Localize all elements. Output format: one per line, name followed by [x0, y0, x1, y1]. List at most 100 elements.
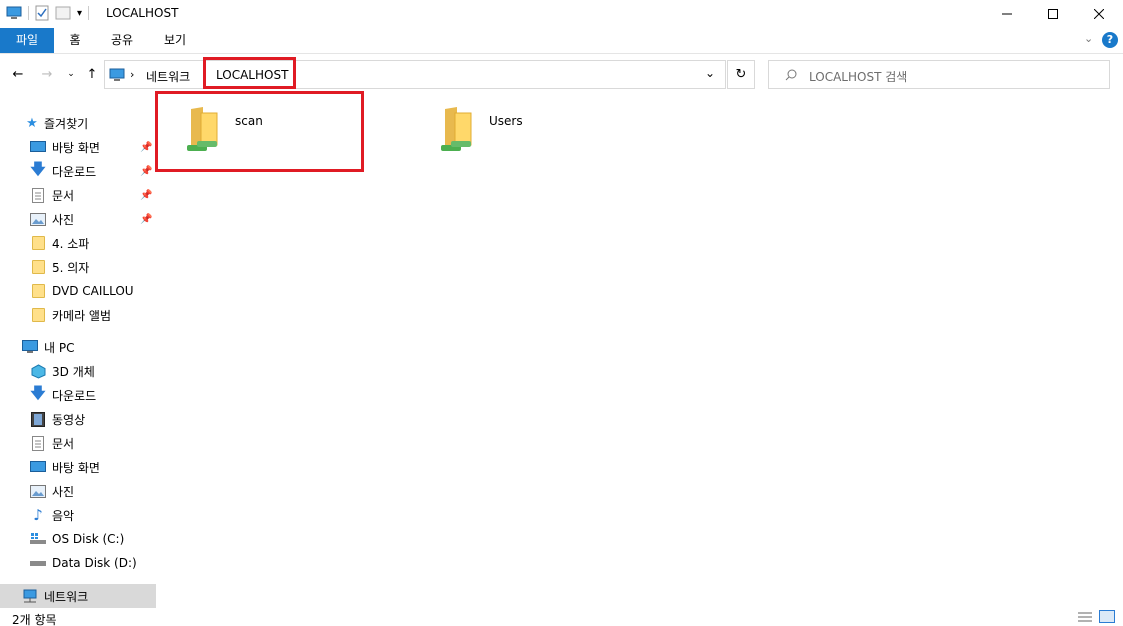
desktop-icon — [30, 139, 46, 155]
large-icons-view-icon[interactable] — [1099, 610, 1115, 623]
sidebar-item-downloads[interactable]: 🡇 다운로드 📌 — [0, 159, 156, 183]
folder-icon — [30, 283, 46, 299]
arrow-right-icon: → — [41, 66, 53, 82]
network-computer-icon — [109, 68, 125, 81]
sidebar-item-desktop[interactable]: 바탕 화면 — [0, 455, 156, 479]
download-icon: 🡇 — [30, 383, 46, 402]
sidebar-item-pictures[interactable]: 사진 📌 — [0, 207, 156, 231]
up-button[interactable]: ↑ — [83, 65, 101, 83]
arrow-up-icon: ↑ — [86, 66, 98, 82]
folder-icon — [30, 307, 46, 323]
sidebar-item-folder[interactable]: DVD CAILLOU — [0, 279, 156, 303]
sidebar-item-label: 사진 — [52, 484, 75, 499]
close-button[interactable] — [1076, 0, 1122, 28]
toolbar-separator — [88, 6, 90, 20]
sidebar-item-label: 4. 소파 — [52, 236, 90, 251]
title-bar: ▾ LOCALHOST — [0, 0, 1123, 28]
sidebar-item-label: 바탕 화면 — [52, 460, 100, 475]
expand-ribbon-icon[interactable]: ⌄ — [1084, 32, 1093, 45]
sidebar-item-label: 다운로드 — [52, 388, 97, 403]
sidebar-item-label: Data Disk (D:) — [52, 556, 137, 570]
sidebar-item-downloads[interactable]: 🡇 다운로드 — [0, 383, 156, 407]
pin-icon: 📌 — [140, 141, 153, 153]
network-folder-icon — [441, 107, 472, 151]
sidebar-item-folder[interactable]: 카메라 앨범 — [0, 303, 156, 327]
item-name: Users — [489, 114, 523, 128]
item-count: 2개 항목 — [12, 613, 57, 626]
tab-home[interactable]: 홈 — [56, 28, 94, 53]
forward-button[interactable]: → — [38, 65, 56, 83]
breadcrumb-network[interactable]: 네트워크 — [146, 68, 190, 85]
sidebar-item-folder[interactable]: 4. 소파 — [0, 231, 156, 255]
address-bar[interactable]: › 네트워크 LOCALHOST ⌄ — [104, 60, 726, 89]
pin-icon: 📌 — [140, 189, 153, 201]
film-icon — [30, 411, 46, 427]
recent-locations-button[interactable]: ⌄ — [62, 65, 80, 83]
details-view-icon[interactable] — [1077, 611, 1093, 623]
pin-icon: 📌 — [140, 213, 153, 225]
sidebar-item-folder[interactable]: 5. 의자 — [0, 255, 156, 279]
music-icon: ♪ — [33, 506, 43, 524]
sidebar-item-documents[interactable]: 문서 — [0, 431, 156, 455]
sidebar-item-os-disk[interactable]: OS Disk (C:) — [0, 527, 156, 551]
tab-share[interactable]: 공유 — [102, 28, 142, 53]
sidebar-item-label: 네트워크 — [44, 589, 89, 604]
sidebar-item-label: 다운로드 — [52, 164, 97, 179]
minimize-icon — [1002, 13, 1012, 15]
sidebar-item-data-disk[interactable]: Data Disk (D:) — [0, 551, 156, 575]
star-icon: ★ — [26, 115, 38, 131]
sidebar-item-label: 문서 — [52, 436, 75, 451]
sidebar-item-label: 사진 — [52, 212, 75, 227]
document-icon — [30, 435, 46, 451]
drive-icon — [30, 531, 46, 547]
refresh-icon: ↻ — [735, 67, 747, 82]
help-icon[interactable]: ? — [1102, 32, 1118, 48]
sidebar-item-label: 5. 의자 — [52, 260, 90, 275]
address-row: ← → ⌄ ↑ › 네트워크 LOCALHOST ⌄ ↻ LOCALHOST 검… — [0, 57, 1123, 93]
file-list: scan Users — [155, 91, 1123, 609]
sidebar-item-desktop[interactable]: 바탕 화면 📌 — [0, 135, 156, 159]
document-icon — [30, 187, 46, 203]
ribbon-tabs: 파일 홈 공유 보기 ⌄ ? — [0, 28, 1123, 54]
sidebar-item-music[interactable]: ♪ 음악 — [0, 503, 156, 527]
folder-icon — [30, 235, 46, 251]
sidebar-item-pictures[interactable]: 사진 — [0, 479, 156, 503]
arrow-left-icon: ← — [12, 66, 24, 82]
desktop-icon — [30, 459, 46, 475]
network-icon — [22, 588, 38, 604]
list-item-users[interactable]: Users — [417, 95, 617, 165]
tab-file[interactable]: 파일 — [0, 28, 54, 53]
pictures-icon — [30, 483, 46, 499]
sidebar-item-label: 카메라 앨범 — [52, 308, 112, 323]
quick-access-toolbar: ▾ — [6, 5, 90, 21]
customize-toolbar-icon[interactable]: ▾ — [77, 8, 82, 19]
sidebar-item-quick-access[interactable]: ★ 즐겨찾기 — [0, 111, 156, 135]
sidebar-item-label: 내 PC — [44, 340, 75, 355]
back-button[interactable]: ← — [9, 65, 27, 83]
refresh-button[interactable]: ↻ — [727, 60, 755, 89]
download-icon: 🡇 — [30, 159, 46, 178]
toolbar-separator — [28, 6, 29, 20]
sidebar-item-label: 바탕 화면 — [52, 140, 100, 155]
chevron-down-icon[interactable]: ⌄ — [705, 66, 715, 80]
maximize-button[interactable] — [1030, 0, 1076, 28]
sidebar-item-this-pc[interactable]: 내 PC — [0, 335, 156, 359]
tab-view[interactable]: 보기 — [155, 28, 195, 53]
properties-icon[interactable] — [35, 5, 49, 21]
chevron-down-icon: ⌄ — [67, 69, 75, 79]
sidebar-item-label: 동영상 — [52, 412, 86, 427]
sidebar-item-network[interactable]: 네트워크 — [0, 584, 156, 608]
sidebar-item-label: 문서 — [52, 188, 75, 203]
sidebar-item-3d-objects[interactable]: 3D 개체 — [0, 359, 156, 383]
new-folder-icon[interactable] — [55, 5, 71, 21]
drive-icon — [30, 555, 46, 571]
breadcrumb-separator-icon: › — [130, 68, 135, 81]
sidebar-item-videos[interactable]: 동영상 — [0, 407, 156, 431]
sidebar-item-label: DVD CAILLOU — [52, 284, 134, 298]
computer-icon[interactable] — [6, 6, 22, 20]
minimize-button[interactable] — [984, 0, 1030, 28]
search-box[interactable]: LOCALHOST 검색 — [768, 60, 1110, 89]
sidebar-item-label: 3D 개체 — [52, 364, 95, 379]
sidebar-item-documents[interactable]: 문서 📌 — [0, 183, 156, 207]
pictures-icon — [30, 211, 46, 227]
